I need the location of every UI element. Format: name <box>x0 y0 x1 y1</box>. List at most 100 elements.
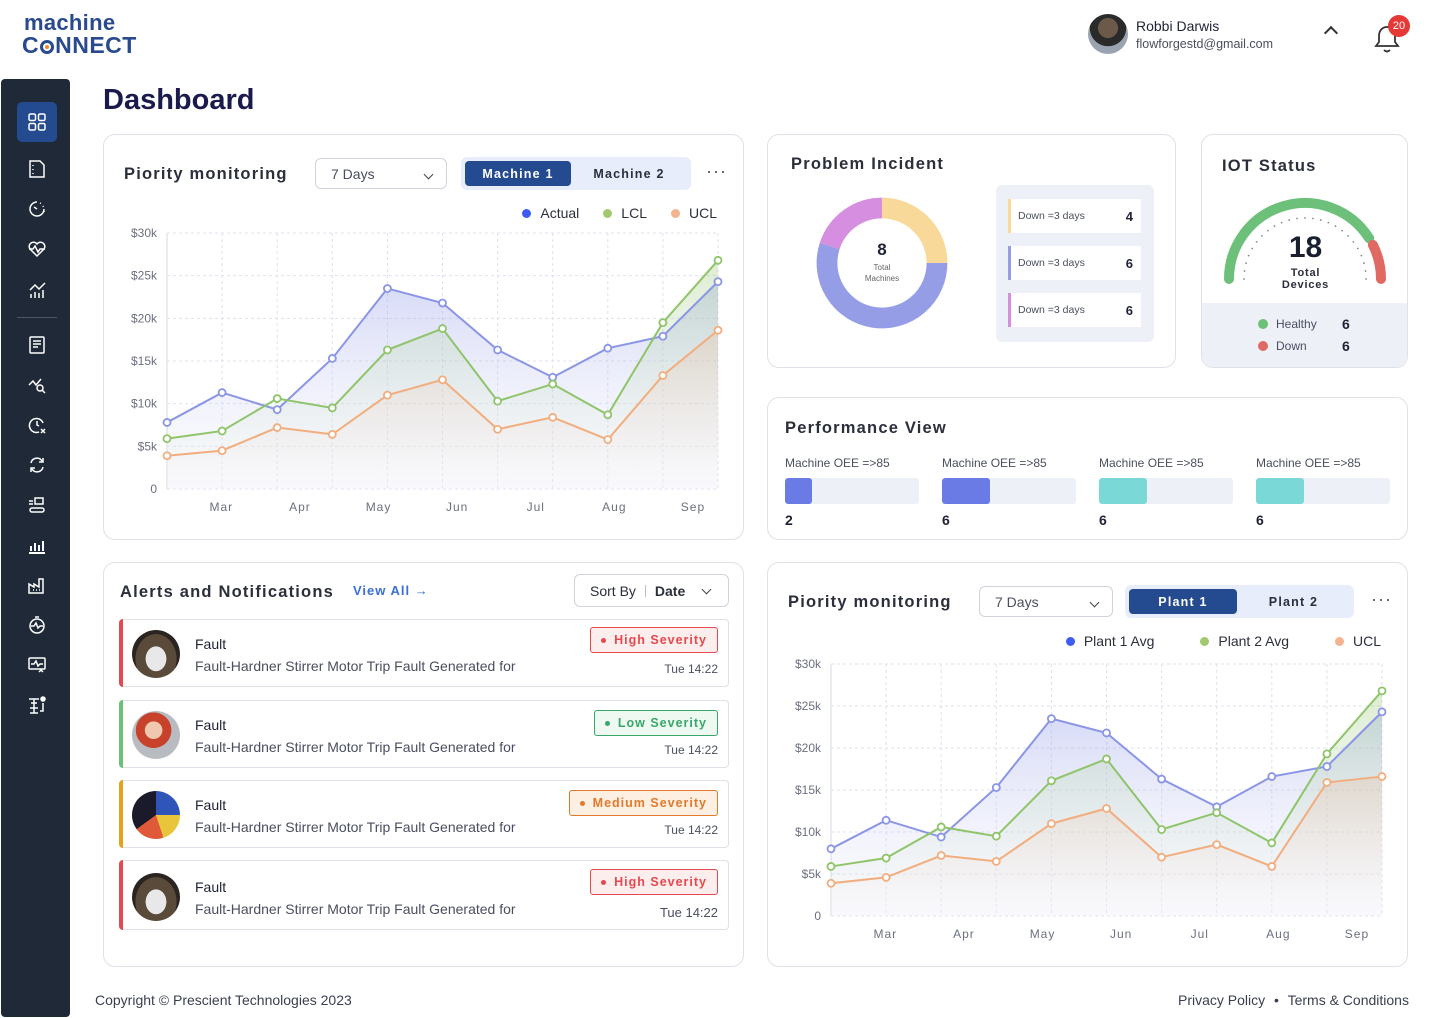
data-point[interactable] <box>1046 819 1056 829</box>
data-point[interactable] <box>713 255 723 265</box>
sidebar-item-timer[interactable] <box>17 189 57 229</box>
sidebar-item-history-cancel[interactable] <box>17 405 57 445</box>
view-all-link[interactable]: View All → <box>353 583 429 598</box>
sidebar-item-dashboard[interactable] <box>17 102 57 142</box>
performance-item[interactable]: Machine OEE =>85 6 <box>1256 456 1390 528</box>
performance-item[interactable]: Machine OEE =>85 6 <box>942 456 1076 528</box>
sidebar-item-document[interactable] <box>17 149 57 189</box>
data-point[interactable] <box>217 426 227 436</box>
performance-item[interactable]: Machine OEE =>85 6 <box>1099 456 1233 528</box>
sidebar-item-report[interactable] <box>17 325 57 365</box>
data-point[interactable] <box>936 832 946 842</box>
data-point[interactable] <box>1157 774 1167 784</box>
data-point[interactable] <box>603 435 613 444</box>
sidebar-item-trend-search[interactable] <box>17 365 57 405</box>
chevron-up-icon[interactable] <box>1323 25 1339 41</box>
data-point[interactable] <box>1102 804 1111 813</box>
data-point[interactable] <box>162 434 172 444</box>
brand-nnect: NNECT <box>55 32 137 58</box>
data-point[interactable] <box>382 345 392 355</box>
data-point[interactable] <box>327 354 337 363</box>
data-point[interactable] <box>1046 714 1056 724</box>
data-point[interactable] <box>382 284 392 293</box>
data-point[interactable] <box>881 815 891 825</box>
data-point[interactable] <box>936 851 946 860</box>
alert-item[interactable]: Fault Fault-Hardner Stirrer Motor Trip F… <box>119 700 729 768</box>
data-point[interactable] <box>1157 852 1167 862</box>
data-point[interactable] <box>272 405 282 415</box>
data-point[interactable] <box>881 872 891 882</box>
data-point[interactable] <box>548 379 558 389</box>
data-point[interactable] <box>382 390 392 400</box>
sidebar-item-sync[interactable] <box>17 445 57 485</box>
data-point[interactable] <box>1267 838 1277 848</box>
data-point[interactable] <box>1377 772 1387 781</box>
incident-row[interactable]: Down =3 days 6 <box>1008 293 1141 327</box>
data-point[interactable] <box>826 844 836 854</box>
data-point[interactable] <box>603 410 613 420</box>
sidebar-item-machine[interactable] <box>17 485 57 525</box>
data-point[interactable] <box>162 418 172 427</box>
data-point[interactable] <box>1102 728 1111 738</box>
brand-logo[interactable]: machine C NNECT <box>22 12 167 57</box>
data-point[interactable] <box>327 429 337 439</box>
sidebar-item-factory[interactable] <box>17 565 57 605</box>
alert-item[interactable]: Fault Fault-Hardner Stirrer Motor Trip F… <box>119 619 729 687</box>
incident-row[interactable]: Down =3 days 4 <box>1008 199 1141 233</box>
data-point[interactable] <box>1377 686 1387 696</box>
data-point[interactable] <box>603 343 613 353</box>
data-point[interactable] <box>1267 862 1277 871</box>
data-point[interactable] <box>327 403 337 413</box>
data-point[interactable] <box>493 396 503 406</box>
card-title: Alerts and Notifications <box>120 583 334 601</box>
sidebar-item-settings-tool[interactable] <box>17 685 57 725</box>
alert-item[interactable]: Fault Fault-Hardner Stirrer Motor Trip F… <box>119 860 729 930</box>
data-point[interactable] <box>713 277 723 287</box>
data-point[interactable] <box>548 412 558 422</box>
data-point[interactable] <box>1212 840 1222 850</box>
sidebar-item-bar-chart[interactable] <box>17 525 57 565</box>
data-point[interactable] <box>1212 808 1222 818</box>
data-point[interactable] <box>991 783 1001 792</box>
data-point[interactable] <box>658 371 668 380</box>
data-point[interactable] <box>1377 707 1387 717</box>
alert-item[interactable]: Fault Fault-Hardner Stirrer Motor Trip F… <box>119 780 729 848</box>
terms-link[interactable]: Terms & Conditions <box>1288 992 1409 1008</box>
data-point[interactable] <box>493 424 503 434</box>
data-point[interactable] <box>826 878 836 888</box>
sort-select[interactable]: Sort By Date <box>574 574 729 607</box>
data-point[interactable] <box>217 388 227 397</box>
data-point[interactable] <box>713 325 723 335</box>
data-point[interactable] <box>826 862 836 871</box>
data-point[interactable] <box>1046 776 1056 786</box>
incident-row[interactable]: Down =3 days 6 <box>1008 246 1141 280</box>
data-point[interactable] <box>272 423 282 432</box>
data-point[interactable] <box>438 298 447 308</box>
data-point[interactable] <box>438 375 447 385</box>
data-point[interactable] <box>1322 749 1332 759</box>
sidebar-item-monitor-heart[interactable] <box>17 645 57 685</box>
sidebar-item-stopwatch[interactable] <box>17 605 57 645</box>
sidebar-item-analytics[interactable] <box>17 270 57 310</box>
x-tick-label: Jul <box>1191 927 1209 941</box>
data-point[interactable] <box>658 318 668 328</box>
data-point[interactable] <box>881 853 891 863</box>
data-point[interactable] <box>1267 772 1277 781</box>
data-point[interactable] <box>1157 825 1167 834</box>
privacy-policy-link[interactable]: Privacy Policy <box>1178 992 1265 1008</box>
user-profile[interactable]: Robbi Darwis flowforgestd@gmail.com <box>1088 14 1273 54</box>
data-point[interactable] <box>1102 754 1111 764</box>
data-point[interactable] <box>658 331 668 341</box>
data-point[interactable] <box>991 831 1001 841</box>
data-point[interactable] <box>217 446 227 456</box>
data-point[interactable] <box>991 856 1001 866</box>
data-point[interactable] <box>272 394 282 403</box>
data-point[interactable] <box>162 451 172 461</box>
data-point[interactable] <box>438 324 447 333</box>
performance-item[interactable]: Machine OEE =>85 2 <box>785 456 919 528</box>
sidebar-item-health[interactable] <box>17 229 57 269</box>
data-point[interactable] <box>1322 778 1332 787</box>
data-point[interactable] <box>1322 762 1332 771</box>
data-point[interactable] <box>493 345 503 355</box>
data-point[interactable] <box>936 822 946 832</box>
